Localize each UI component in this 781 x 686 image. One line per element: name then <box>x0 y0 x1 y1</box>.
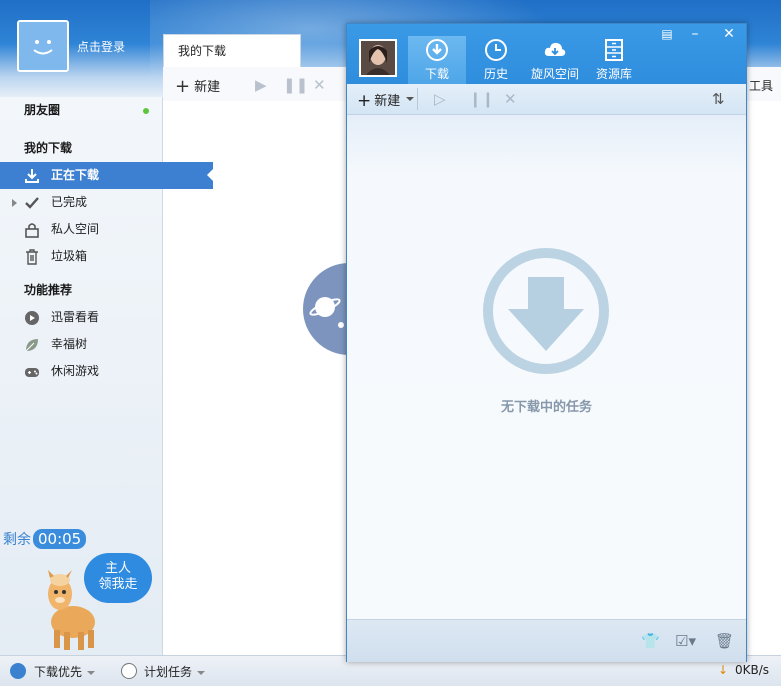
user-photo <box>361 41 395 75</box>
sidebar-item-casual-games[interactable]: 休闲游戏 <box>0 358 213 385</box>
empty-state-text: 无下载中的任务 <box>500 400 592 415</box>
plus-icon: + <box>175 76 191 97</box>
download-circle-icon <box>426 39 448 61</box>
mini-tab-label: 资源库 <box>595 67 632 81</box>
login-link[interactable]: 点击登录 <box>77 38 125 55</box>
lock-icon <box>25 223 39 238</box>
sort-icon[interactable]: ⇅ <box>712 90 725 108</box>
sidebar-item-label: 休闲游戏 <box>51 364 100 378</box>
mini-download-window: 下载 历史 旋风空间 资源库 ▤ – ✕ + 新建 ▷ ❙❙ ✕ ⇅ 无下载中的… <box>346 23 747 662</box>
download-priority-dropdown[interactable]: 下载优先 <box>34 663 96 680</box>
trash-icon <box>26 249 38 265</box>
speed-arrow-icon: ↓ <box>718 663 729 677</box>
mini-pause-button[interactable]: ❙❙ <box>469 90 494 108</box>
minimize-button[interactable]: – <box>681 24 709 44</box>
sidebar-item-label: 迅雷看看 <box>51 310 100 324</box>
clock-icon <box>121 663 137 679</box>
mini-toolbar: + 新建 ▷ ❙❙ ✕ ⇅ <box>347 84 746 115</box>
alpaca-mascot-icon[interactable] <box>42 570 104 652</box>
close-button[interactable]: ✕ <box>715 24 743 44</box>
delete-button[interactable]: ✕ <box>313 76 326 94</box>
sidebar-friends[interactable]: 朋友圈 <box>0 97 186 124</box>
mini-tab-label: 历史 <box>483 67 508 81</box>
gamepad-icon <box>25 368 39 377</box>
new-task-label: 新建 <box>194 80 221 95</box>
tools-menu[interactable]: 工具 <box>749 77 773 94</box>
empty-download-icon <box>483 248 609 374</box>
toolbar-separator <box>417 88 418 110</box>
sidebar-header-label: 我的下载 <box>24 141 73 155</box>
tab-my-downloads[interactable]: 我的下载 <box>163 34 301 67</box>
tab-label: 我的下载 <box>178 44 227 58</box>
select-all-icon[interactable]: ☑▾ <box>675 632 696 650</box>
mini-header: 下载 历史 旋风空间 资源库 ▤ – ✕ <box>347 24 746 84</box>
chevron-down-icon <box>197 670 206 675</box>
mini-footer: 👕 ☑▾ 🗑 <box>347 619 746 662</box>
mini-tab-cyclone-space[interactable]: 旋风空间 <box>526 36 584 84</box>
sidebar-item-private-space[interactable]: 私人空间 <box>0 216 213 243</box>
sidebar-item-downloading[interactable]: 正在下载 <box>0 162 214 189</box>
mini-start-button[interactable]: ▷ <box>434 90 446 108</box>
mini-task-list: 无下载中的任务 <box>347 115 746 619</box>
download-icon <box>25 169 39 183</box>
sidebar-item-xunlei-kankan[interactable]: 迅雷看看 <box>0 304 213 331</box>
mini-new-task-button[interactable]: + 新建 <box>357 90 401 111</box>
mini-tab-label: 下载 <box>424 67 449 81</box>
remaining-label: 剩余 <box>3 532 31 548</box>
user-avatar[interactable] <box>17 20 69 72</box>
leaf-icon <box>25 339 38 352</box>
remaining-time-value: 00:05 <box>33 529 87 549</box>
mini-tab-history[interactable]: 历史 <box>467 36 525 84</box>
clock-icon <box>485 39 507 61</box>
sidebar-header-label: 功能推荐 <box>24 283 73 297</box>
start-button[interactable]: ▶ <box>255 76 267 94</box>
sidebar-item-completed[interactable]: 已完成 <box>0 189 213 216</box>
skin-icon[interactable]: ▤ <box>653 24 681 44</box>
download-speed: 0KB/s <box>735 663 770 677</box>
online-status-dot <box>143 108 149 114</box>
sidebar-header-my-downloads: 我的下载 <box>0 135 186 162</box>
plus-icon: + <box>357 91 372 111</box>
smiley-avatar-icon <box>33 40 53 55</box>
sidebar-item-label: 私人空间 <box>51 222 100 236</box>
sidebar-item-label: 垃圾箱 <box>51 249 88 263</box>
shirt-skin-icon[interactable]: 👕 <box>641 632 660 650</box>
sidebar-item-trash[interactable]: 垃圾箱 <box>0 243 213 270</box>
new-task-button[interactable]: + 新建 <box>175 75 221 97</box>
sidebar-item-happy-tree[interactable]: 幸福树 <box>0 331 213 358</box>
expand-arrow-icon[interactable] <box>12 199 17 207</box>
cloud-icon <box>544 42 566 56</box>
pause-button[interactable]: ❚❚ <box>283 76 308 94</box>
sidebar-item-label: 正在下载 <box>51 168 100 182</box>
sidebar-item-label: 已完成 <box>51 195 88 209</box>
mini-new-task-label: 新建 <box>374 94 401 109</box>
mini-tab-resource-library[interactable]: 资源库 <box>585 36 643 84</box>
remaining-time: 剩余 00:05 <box>3 529 87 549</box>
mini-delete-button[interactable]: ✕ <box>504 90 517 108</box>
check-icon <box>25 197 39 209</box>
sidebar-friends-label: 朋友圈 <box>24 103 61 117</box>
priority-icon <box>10 663 26 679</box>
sidebar-header-features: 功能推荐 <box>0 277 186 304</box>
cabinet-icon <box>605 39 623 61</box>
scheduled-task-dropdown[interactable]: 计划任务 <box>144 663 206 680</box>
user-photo-avatar[interactable] <box>359 39 397 77</box>
mini-tab-download[interactable]: 下载 <box>408 36 466 84</box>
trash-icon[interactable]: 🗑 <box>715 632 734 650</box>
chevron-down-icon <box>87 670 96 675</box>
scheduled-task-label: 计划任务 <box>144 665 193 679</box>
chevron-down-icon[interactable] <box>406 97 414 101</box>
play-bubble-icon <box>25 311 39 325</box>
download-priority-label: 下载优先 <box>34 665 83 679</box>
sidebar-item-label: 幸福树 <box>51 337 88 351</box>
mini-tab-label: 旋风空间 <box>530 67 579 81</box>
